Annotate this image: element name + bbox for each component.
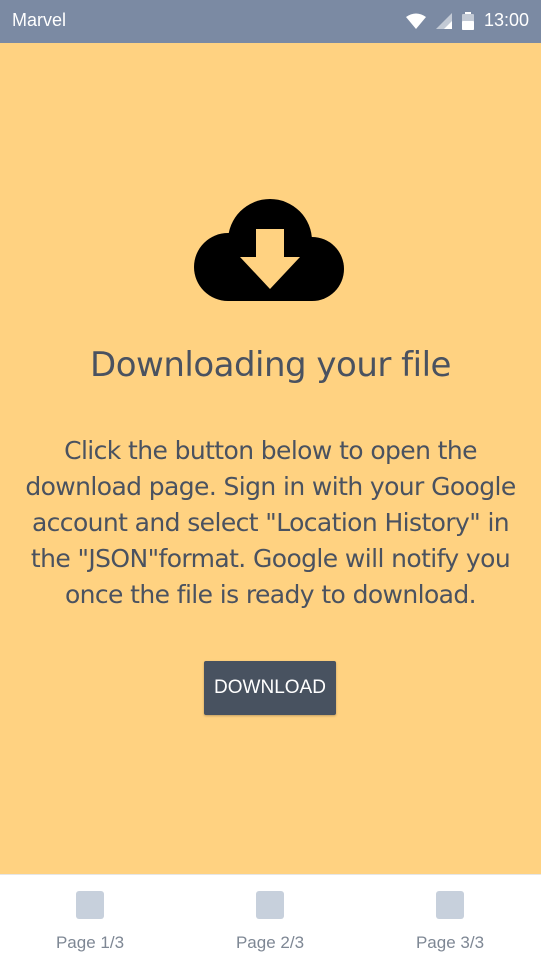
status-icons: 13:00 bbox=[405, 10, 529, 31]
nav-item-page-3[interactable]: Page 3/3 bbox=[360, 875, 540, 959]
page-icon bbox=[256, 891, 284, 919]
signal-icon bbox=[435, 12, 452, 29]
nav-label: Page 2/3 bbox=[235, 933, 305, 952]
nav-label: Page 1/3 bbox=[55, 933, 125, 952]
status-time: 13:00 bbox=[483, 10, 529, 30]
status-app-name: Marvel bbox=[12, 10, 67, 30]
page-icon bbox=[76, 891, 104, 919]
status-bar: Marvel 13:00 bbox=[0, 0, 541, 43]
nav-item-page-2[interactable]: Page 2/3 bbox=[180, 875, 360, 959]
nav-label: Page 3/3 bbox=[415, 933, 485, 952]
page-icon bbox=[436, 891, 464, 919]
main-content: Downloading your file Click the button b… bbox=[0, 43, 541, 874]
battery-icon bbox=[461, 11, 474, 30]
bottom-nav: Page 1/3 Page 2/3 Page 3/3 bbox=[0, 874, 541, 959]
cloud-download-icon bbox=[190, 199, 350, 309]
download-button[interactable]: DOWNLOAD bbox=[204, 661, 336, 715]
page-title: Downloading your file bbox=[90, 345, 451, 385]
wifi-icon bbox=[405, 13, 426, 29]
nav-item-page-1[interactable]: Page 1/3 bbox=[0, 875, 180, 959]
description-text: Click the button below to open the downl… bbox=[25, 436, 516, 609]
